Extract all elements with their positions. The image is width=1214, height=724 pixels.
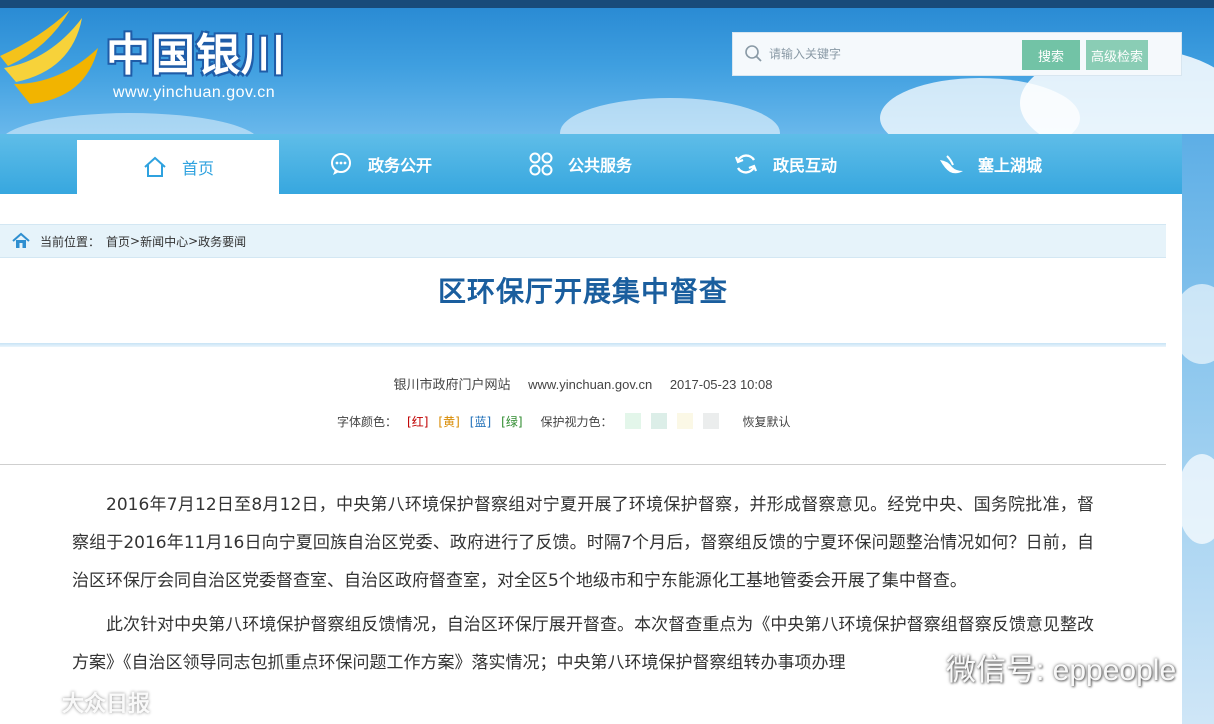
article-paragraph: 2016年7月12日至8月12日，中央第八环境保护督察组对宁夏开展了环境保护督察… [72,495,1094,591]
wechat-icon [901,652,937,681]
font-color-yellow[interactable]: [黄] [438,413,459,430]
breadcrumb-separator: > [188,234,199,248]
nav-item-government-affairs[interactable]: 政务公开 [300,134,460,194]
grid-icon [529,152,553,176]
search-box: 搜索 高级检索 [732,32,1182,76]
article-datetime: 2017-05-23 10:08 [669,377,773,392]
bird-icon [939,155,963,174]
advanced-search-button[interactable]: 高级检索 [1086,40,1148,70]
font-color-blue[interactable]: [蓝] [470,413,491,430]
eye-color-swatch-cream[interactable] [676,413,693,429]
breadcrumb: 当前位置： 首页 > 新闻中心 > 政务要闻 [0,224,1166,258]
nav-label: 政务公开 [367,156,432,175]
nav-item-public-services[interactable]: 公共服务 [500,134,660,194]
wechat-watermark: 微信号: eppeople [900,645,1176,689]
wechat-id-text: 微信号: eppeople [946,654,1177,687]
top-strip [0,0,1214,8]
search-button[interactable]: 搜索 [1022,40,1080,70]
reset-default-link[interactable]: 恢复默认 [743,413,791,430]
content-divider [0,464,1166,465]
breadcrumb-government-news[interactable]: 政务要闻 [198,233,246,250]
breadcrumb-separator: > [130,234,141,248]
refresh-icon [734,154,758,174]
newspaper-logo-icon [8,694,52,710]
site-url: www.yinchuan.gov.cn [113,84,276,101]
eye-color-swatch-teal[interactable] [650,413,667,429]
eye-color-swatch-green[interactable] [624,413,641,429]
breadcrumb-prefix: 当前位置： [40,234,101,249]
font-color-label: 字体颜色： [337,414,398,429]
site-name[interactable]: 中国银川 [106,30,286,82]
corner-watermark: 大众日报 [6,684,150,720]
chat-icon [330,153,351,175]
nav-item-citizen-interaction[interactable]: 政民互动 [705,134,865,194]
article-title: 区环保厅开展集中督查 [437,275,728,308]
article-source-url: www.yinchuan.gov.cn [528,377,653,392]
eye-color-swatch-gray[interactable] [702,413,719,429]
nav-label: 公共服务 [567,156,632,175]
breadcrumb-news-center[interactable]: 新闻中心 [140,233,188,250]
nav-label: 首页 [181,159,214,178]
nav-item-home[interactable]: 首页 [77,140,279,194]
right-background [1172,134,1214,724]
search-input[interactable] [769,41,1009,67]
corner-watermark-text: 大众日报 [62,692,151,717]
article-meta: 银川市政府门户网站 www.yinchuan.gov.cn 2017-05-23… [0,374,1166,393]
nav-label: 政民互动 [772,156,837,175]
nav-label: 塞上湖城 [977,156,1042,175]
font-color-red[interactable]: [红] [407,413,428,430]
title-divider [0,343,1166,347]
search-icon [745,45,762,62]
reading-tools: 字体颜色： [红] [黄] [蓝] [绿] 保护视力色： 恢复默认 [337,411,791,431]
main-nav: 首页 政务公开 公共服务 政民互动 塞上湖城 [0,134,1182,194]
nav-item-lake-city[interactable]: 塞上湖城 [910,134,1070,194]
home-icon [144,156,166,177]
site-logo-icon [0,10,98,104]
breadcrumb-home[interactable]: 首页 [106,233,130,250]
eye-color-label: 保护视力色： [540,414,613,429]
article-source: 银川市政府门户网站 [393,377,511,392]
font-color-green[interactable]: [绿] [501,413,522,430]
home-icon [12,232,30,248]
